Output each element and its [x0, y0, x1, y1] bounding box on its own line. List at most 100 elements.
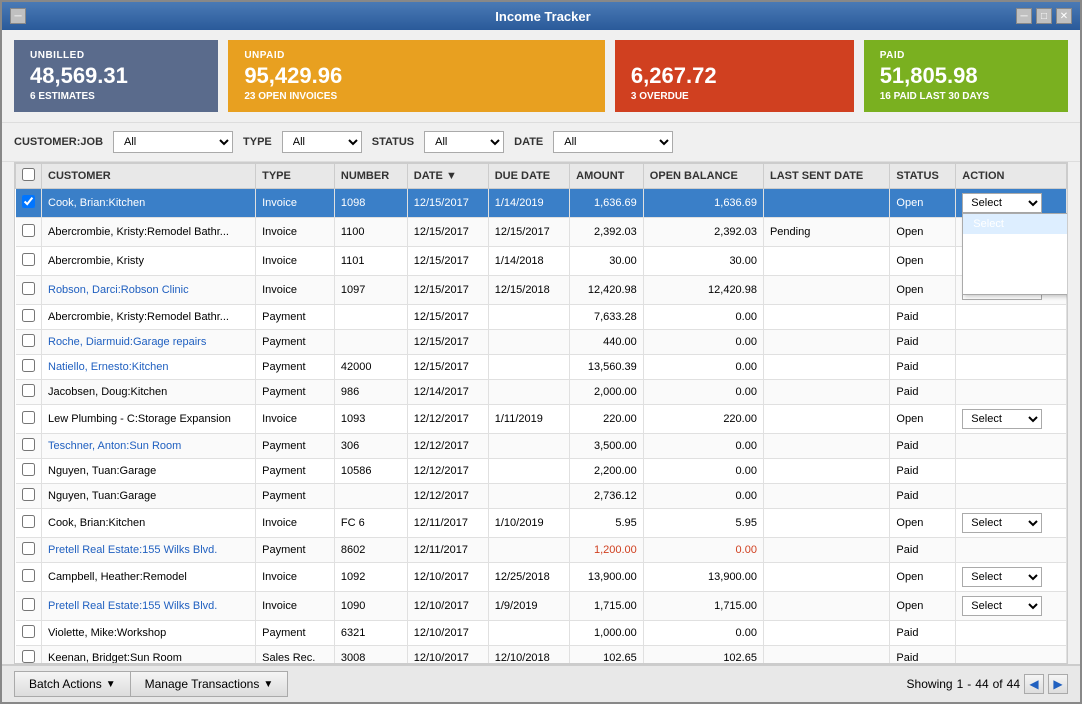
row-checkbox[interactable]: [22, 569, 35, 582]
row-customer: Campbell, Heather:Remodel: [42, 563, 256, 592]
batch-actions-button[interactable]: Batch Actions ▼: [14, 671, 130, 697]
row-customer: Jacobsen, Doug:Kitchen: [42, 380, 256, 405]
row-checkbox[interactable]: [22, 650, 35, 663]
row-last-sent: [763, 247, 889, 276]
table-row: Nguyen, Tuan:GaragePayment12/12/20172,73…: [16, 484, 1067, 509]
dropdown-item-email[interactable]: Email: [963, 274, 1067, 294]
action-select[interactable]: Select: [962, 513, 1042, 533]
unbilled-card[interactable]: UNBILLED 48,569.31 6 ESTIMATES: [14, 40, 218, 112]
action-select[interactable]: Select: [962, 567, 1042, 587]
row-customer: Pretell Real Estate:155 Wilks Blvd.: [42, 592, 256, 621]
row-checkbox[interactable]: [22, 411, 35, 424]
row-due-date: [488, 621, 569, 646]
row-checkbox[interactable]: [22, 309, 35, 322]
status-select[interactable]: All: [424, 131, 504, 153]
of-label: of: [993, 677, 1003, 691]
dropdown-item-print[interactable]: Print: [963, 254, 1067, 274]
row-checkbox-cell[interactable]: [16, 247, 42, 276]
header-date[interactable]: DATE ▼: [407, 164, 488, 189]
row-checkbox[interactable]: [22, 488, 35, 501]
manage-transactions-button[interactable]: Manage Transactions ▼: [130, 671, 289, 697]
row-checkbox-cell[interactable]: [16, 459, 42, 484]
action-select[interactable]: Select: [962, 409, 1042, 429]
customer-job-select[interactable]: All: [113, 131, 233, 153]
close-button[interactable]: ✕: [1056, 8, 1072, 24]
action-select[interactable]: Select: [962, 596, 1042, 616]
row-checkbox-cell[interactable]: [16, 405, 42, 434]
header-due-date[interactable]: DUE DATE: [488, 164, 569, 189]
dropdown-item-receive-payment[interactable]: Receive Payment: [963, 234, 1067, 254]
row-checkbox[interactable]: [22, 515, 35, 528]
row-checkbox-cell[interactable]: [16, 218, 42, 247]
row-checkbox-cell[interactable]: [16, 305, 42, 330]
row-checkbox-cell[interactable]: [16, 330, 42, 355]
row-checkbox-cell[interactable]: [16, 592, 42, 621]
row-checkbox[interactable]: [22, 463, 35, 476]
row-checkbox-cell[interactable]: [16, 484, 42, 509]
action-select[interactable]: Select: [962, 193, 1042, 213]
row-type: Payment: [256, 305, 335, 330]
row-checkbox-cell[interactable]: [16, 509, 42, 538]
row-amount: 2,736.12: [570, 484, 644, 509]
row-checkbox-cell[interactable]: [16, 189, 42, 218]
row-checkbox[interactable]: [22, 195, 35, 208]
minimize-btn[interactable]: ─: [10, 8, 26, 24]
header-amount[interactable]: AMOUNT: [570, 164, 644, 189]
page-start: 1: [957, 677, 964, 691]
row-status: Open: [890, 405, 956, 434]
row-checkbox[interactable]: [22, 334, 35, 347]
header-open-balance[interactable]: OPEN BALANCE: [643, 164, 763, 189]
header-customer[interactable]: CUSTOMER: [42, 164, 256, 189]
row-checkbox-cell[interactable]: [16, 355, 42, 380]
table-row: Abercrombie, Kristy:Remodel Bathr...Paym…: [16, 305, 1067, 330]
row-open-balance: 1,715.00: [643, 592, 763, 621]
row-checkbox-cell[interactable]: [16, 646, 42, 664]
type-select[interactable]: All: [282, 131, 362, 153]
header-number[interactable]: NUMBER: [334, 164, 407, 189]
row-customer: Lew Plumbing - C:Storage Expansion: [42, 405, 256, 434]
header-last-sent[interactable]: LAST SENT DATE: [763, 164, 889, 189]
row-checkbox-cell[interactable]: [16, 538, 42, 563]
row-action-cell: SelectSelectReceive PaymentPrintEmail: [956, 189, 1067, 218]
row-checkbox[interactable]: [22, 625, 35, 638]
header-checkbox-cell[interactable]: [16, 164, 42, 189]
row-checkbox[interactable]: [22, 282, 35, 295]
summary-bar: UNBILLED 48,569.31 6 ESTIMATES UNPAID 95…: [2, 30, 1080, 122]
unpaid-card[interactable]: UNPAID 95,429.96 23 OPEN INVOICES: [228, 40, 605, 112]
prev-page-button[interactable]: ◀: [1024, 674, 1044, 694]
row-number: 1093: [334, 405, 407, 434]
dropdown-item-select[interactable]: Select: [963, 214, 1067, 234]
row-checkbox-cell[interactable]: [16, 621, 42, 646]
row-customer: Cook, Brian:Kitchen: [42, 189, 256, 218]
page-dash: -: [967, 677, 971, 691]
paid-card[interactable]: PAID 51,805.98 16 PAID LAST 30 DAYS: [864, 40, 1068, 112]
row-number: 42000: [334, 355, 407, 380]
header-type[interactable]: TYPE: [256, 164, 335, 189]
row-checkbox[interactable]: [22, 224, 35, 237]
row-due-date: 1/9/2019: [488, 592, 569, 621]
select-all-checkbox[interactable]: [22, 168, 35, 181]
row-checkbox-cell[interactable]: [16, 276, 42, 305]
date-select[interactable]: All: [553, 131, 673, 153]
overdue-card[interactable]: 6,267.72 3 OVERDUE: [615, 40, 854, 112]
row-checkbox-cell[interactable]: [16, 434, 42, 459]
overdue-amount: 6,267.72: [631, 63, 838, 89]
minimize-button[interactable]: ─: [1016, 8, 1032, 24]
row-checkbox-cell[interactable]: [16, 563, 42, 592]
next-page-button[interactable]: ▶: [1048, 674, 1068, 694]
row-checkbox[interactable]: [22, 359, 35, 372]
table-scroll[interactable]: CUSTOMER TYPE NUMBER DATE ▼ DUE DATE AMO…: [15, 163, 1067, 663]
row-checkbox[interactable]: [22, 542, 35, 555]
row-checkbox[interactable]: [22, 253, 35, 266]
maximize-button[interactable]: □: [1036, 8, 1052, 24]
header-status[interactable]: STATUS: [890, 164, 956, 189]
overdue-label: [631, 50, 838, 61]
row-checkbox[interactable]: [22, 598, 35, 611]
row-date: 12/12/2017: [407, 434, 488, 459]
row-checkbox-cell[interactable]: [16, 380, 42, 405]
row-due-date: 12/15/2018: [488, 276, 569, 305]
row-checkbox[interactable]: [22, 438, 35, 451]
row-checkbox[interactable]: [22, 384, 35, 397]
table-row: Nguyen, Tuan:GaragePayment1058612/12/201…: [16, 459, 1067, 484]
row-date: 12/10/2017: [407, 592, 488, 621]
